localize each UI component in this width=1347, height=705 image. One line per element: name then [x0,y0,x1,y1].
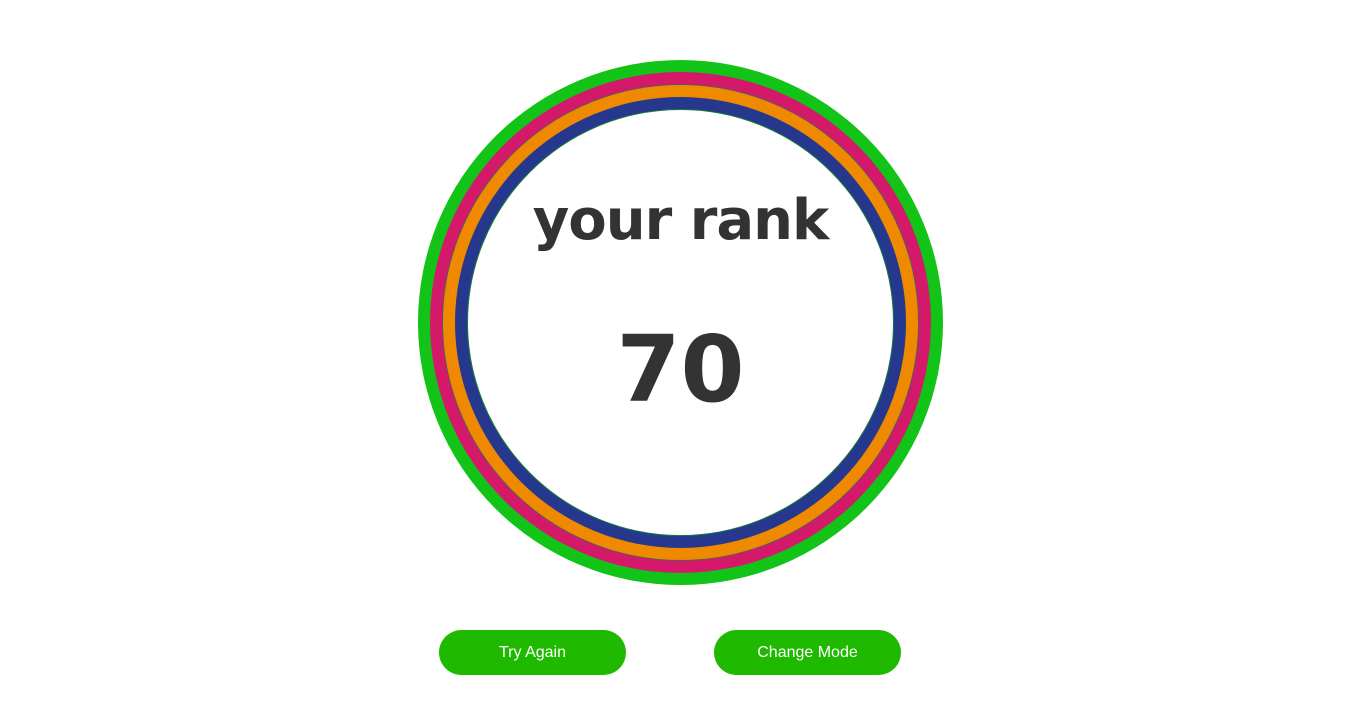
try-again-button[interactable]: Try Again [439,630,626,675]
result-screen: your rank 70 Try Again Change Mode [0,0,1347,705]
change-mode-button[interactable]: Change Mode [714,630,901,675]
rank-value: 70 [616,316,745,423]
rank-label: your rank [532,188,829,253]
